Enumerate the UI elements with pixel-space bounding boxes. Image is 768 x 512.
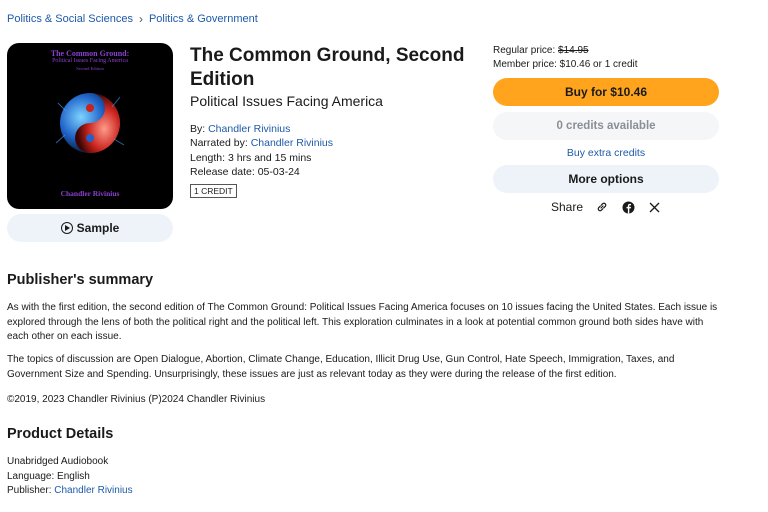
regular-price-line: Regular price: $14.95	[493, 44, 719, 58]
narrator-link[interactable]: Chandler Rivinius	[251, 137, 333, 149]
summary-paragraph-1: As with the first edition, the second ed…	[7, 302, 718, 342]
length-line: Length: 3 hrs and 15 mins	[190, 151, 312, 164]
book-meta: By: Chandler Rivinius Narrated by: Chand…	[190, 122, 333, 179]
author-label: By:	[190, 123, 209, 135]
breadcrumb-politics-government[interactable]: Politics & Government	[149, 13, 258, 25]
product-details-heading: Product Details	[7, 426, 114, 442]
cover-title-line3: Second Edition	[76, 66, 104, 71]
facebook-icon[interactable]	[621, 200, 635, 214]
sample-button-label: Sample	[76, 221, 120, 235]
cover-art-orb	[55, 93, 125, 153]
publisher-link[interactable]: Chandler Rivinius	[54, 485, 132, 496]
publisher-line: Publisher: Chandler Rivinius	[7, 484, 133, 499]
share-label: Share	[550, 200, 584, 214]
summary-paragraph-2: The topics of discussion are Open Dialog…	[7, 354, 675, 380]
credits-available-button: 0 credits available	[493, 112, 719, 140]
member-price-line: Member price: $10.46 or 1 credit	[493, 59, 638, 70]
author-link[interactable]: Chandler Rivinius	[208, 123, 290, 135]
cover-author: Chandler Rivinius	[60, 189, 120, 198]
more-options-button[interactable]: More options	[493, 165, 719, 193]
chevron-right-icon: ›	[138, 12, 143, 26]
narrator-label: Narrated by:	[190, 137, 251, 150]
product-details: Unabridged Audiobook Language: English P…	[7, 455, 133, 499]
release-date-line: Release date: 05-03-24	[190, 165, 300, 178]
buy-extra-credits-link[interactable]: Buy extra credits	[567, 147, 645, 159]
publisher-label: Publisher:	[7, 485, 55, 496]
language-line: Language: English	[7, 470, 90, 482]
format-line: Unabridged Audiobook	[7, 456, 109, 467]
credit-badge: 1 CREDIT	[190, 184, 237, 198]
cover-title-line2: Political Issues Facing America	[52, 58, 128, 64]
regular-price-label: Regular price:	[493, 45, 559, 56]
cover-image[interactable]: The Common Ground: Political Issues Faci…	[7, 43, 173, 209]
regular-price-value: $14.95	[558, 45, 589, 56]
narrator-line: Narrated by: Chandler Rivinius	[190, 136, 333, 150]
price-panel: Regular price: $14.95 Member price: $10.…	[493, 44, 719, 214]
link-icon[interactable]	[595, 200, 609, 214]
book-subtitle: Political Issues Facing America	[190, 93, 383, 109]
cover-title-line1: The Common Ground:	[50, 49, 130, 58]
copyright-line: ©2019, 2023 Chandler Rivinius (P)2024 Ch…	[7, 394, 266, 405]
buy-button[interactable]: Buy for $10.46	[493, 78, 719, 106]
book-title: The Common Ground, Second Edition	[190, 45, 465, 90]
breadcrumb-politics-social-sciences[interactable]: Politics & Social Sciences	[7, 13, 133, 25]
x-icon[interactable]	[647, 200, 661, 214]
sample-button[interactable]: Sample	[7, 214, 173, 242]
breadcrumb: Politics & Social Sciences › Politics & …	[7, 12, 258, 26]
publisher-summary-heading: Publisher's summary	[7, 272, 154, 288]
play-icon	[60, 222, 73, 234]
author-line: By: Chandler Rivinius	[190, 122, 333, 136]
share-row: Share	[493, 200, 719, 214]
